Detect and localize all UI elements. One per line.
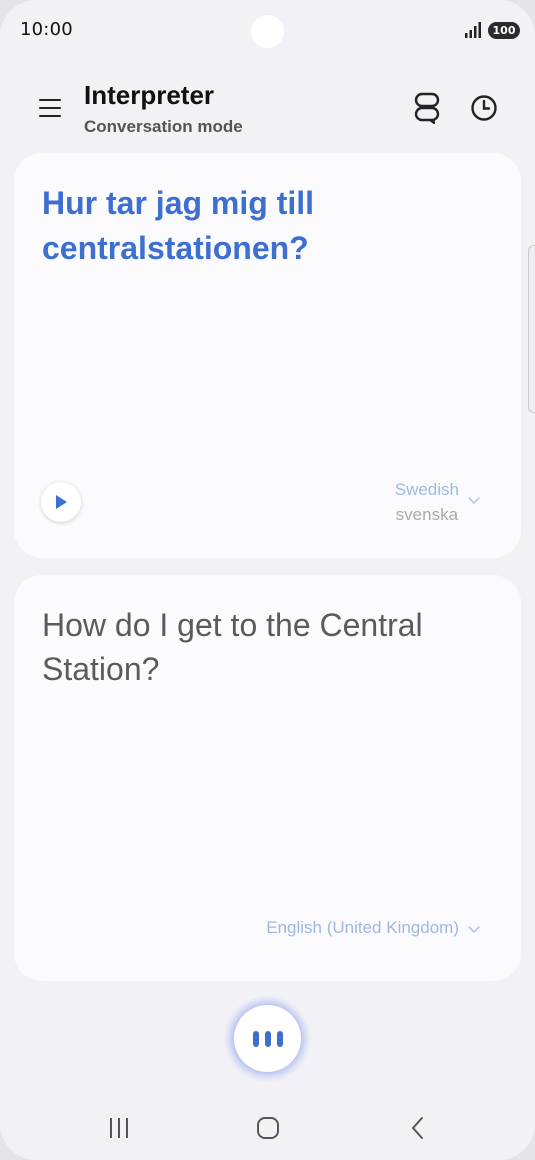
recents-icon — [110, 1118, 128, 1138]
signal-icon — [465, 22, 481, 38]
front-camera — [251, 15, 284, 48]
back-icon — [412, 1117, 423, 1139]
edge-panel-handle[interactable] — [528, 245, 535, 413]
target-text: How do I get to the Central Station? — [42, 607, 423, 687]
play-button[interactable] — [41, 482, 81, 522]
home-button[interactable] — [248, 1112, 288, 1144]
menu-icon — [39, 99, 61, 117]
page-title: Interpreter — [84, 80, 215, 110]
source-language: Swedish — [394, 480, 459, 499]
history-button[interactable] — [467, 91, 501, 125]
source-card: Hur tar jag mig till centralstationen? S… — [14, 153, 521, 558]
source-language-selector[interactable]: Swedish svenska — [395, 478, 459, 528]
menu-button[interactable] — [36, 94, 64, 122]
conversation-mode-button[interactable] — [410, 91, 444, 125]
status-time: 10:00 — [20, 19, 73, 40]
chevron-down-icon[interactable] — [466, 493, 482, 509]
battery-level: 100 — [492, 24, 516, 37]
source-language-native: svenska — [395, 505, 459, 524]
play-icon — [56, 495, 67, 509]
conversation-mode-icon — [414, 92, 440, 124]
source-text: Hur tar jag mig till centralstationen? — [42, 185, 315, 266]
mic-button[interactable] — [234, 1005, 301, 1072]
home-icon — [257, 1117, 279, 1139]
target-language-selector[interactable]: English (United Kingdom) — [266, 918, 459, 938]
target-card: How do I get to the Central Station? Eng… — [14, 575, 521, 981]
voice-wave-icon — [252, 1030, 283, 1047]
battery-icon: 100 — [488, 22, 520, 39]
history-icon — [471, 95, 497, 121]
back-button[interactable] — [398, 1112, 438, 1144]
page-subtitle: Conversation mode — [84, 117, 243, 136]
chevron-down-icon[interactable] — [466, 922, 482, 938]
recents-button[interactable] — [99, 1112, 139, 1144]
interpreter-screen: 10:00 100 Interpreter Conversation mode — [0, 0, 535, 1160]
